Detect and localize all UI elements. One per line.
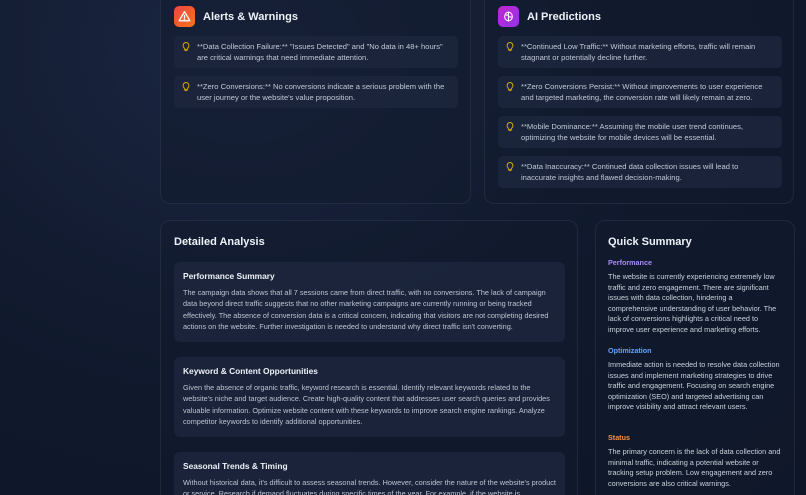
summary-label-status: Status: [608, 433, 630, 442]
prediction-text: **Zero Conversions Persist:** Without im…: [521, 82, 763, 102]
summary-label-optimization: Optimization: [608, 346, 652, 355]
analysis-card-title: Keyword & Content Opportunities: [183, 366, 318, 376]
lightbulb-icon: [506, 82, 515, 103]
summary-label-performance: Performance: [608, 258, 652, 267]
alerts-title: Alerts & Warnings: [203, 10, 298, 23]
alert-item: **Zero Conversions:** No conversions ind…: [174, 76, 458, 108]
alerts-header: Alerts & Warnings: [174, 6, 298, 27]
prediction-item: **Data Inaccuracy:** Continued data coll…: [498, 156, 782, 188]
analysis-card-body: The campaign data shows that all 7 sessi…: [183, 288, 549, 332]
analysis-card-performance: Performance Summary The campaign data sh…: [174, 262, 565, 342]
warning-icon: [174, 6, 195, 27]
alert-text: **Data Collection Failure:** "Issues Det…: [197, 42, 443, 62]
predictions-header: AI Predictions: [498, 6, 601, 27]
alert-item: **Data Collection Failure:** "Issues Det…: [174, 36, 458, 68]
analysis-card-title: Performance Summary: [183, 271, 275, 281]
brain-icon: [498, 6, 519, 27]
detailed-analysis-title: Detailed Analysis: [174, 236, 265, 248]
prediction-item: **Mobile Dominance:** Assuming the mobil…: [498, 116, 782, 148]
analysis-card-keywords: Keyword & Content Opportunities Given th…: [174, 357, 565, 437]
analysis-card-title: Seasonal Trends & Timing: [183, 461, 288, 471]
prediction-text: **Mobile Dominance:** Assuming the mobil…: [521, 122, 744, 142]
quick-summary-title: Quick Summary: [608, 236, 692, 248]
analysis-card-body: Given the absence of organic traffic, ke…: [183, 383, 550, 427]
lightbulb-icon: [506, 162, 515, 183]
prediction-text: **Continued Low Traffic:** Without marke…: [521, 42, 756, 62]
summary-text-status: The primary concern is the lack of data …: [608, 447, 781, 488]
predictions-title: AI Predictions: [527, 10, 601, 23]
lightbulb-icon: [506, 42, 515, 63]
analysis-card-seasonal: Seasonal Trends & Timing Without histori…: [174, 452, 565, 495]
prediction-item: **Continued Low Traffic:** Without marke…: [498, 36, 782, 68]
prediction-text: **Data Inaccuracy:** Continued data coll…: [521, 162, 739, 182]
summary-text-performance: The website is currently experiencing ex…: [608, 272, 777, 334]
prediction-item: **Zero Conversions Persist:** Without im…: [498, 76, 782, 108]
lightbulb-icon: [506, 122, 515, 143]
summary-text-optimization: Immediate action is needed to resolve da…: [608, 360, 780, 412]
lightbulb-icon: [182, 82, 191, 103]
alert-text: **Zero Conversions:** No conversions ind…: [197, 82, 445, 102]
lightbulb-icon: [182, 42, 191, 63]
analysis-card-body: Without historical data, it's difficult …: [183, 478, 556, 495]
